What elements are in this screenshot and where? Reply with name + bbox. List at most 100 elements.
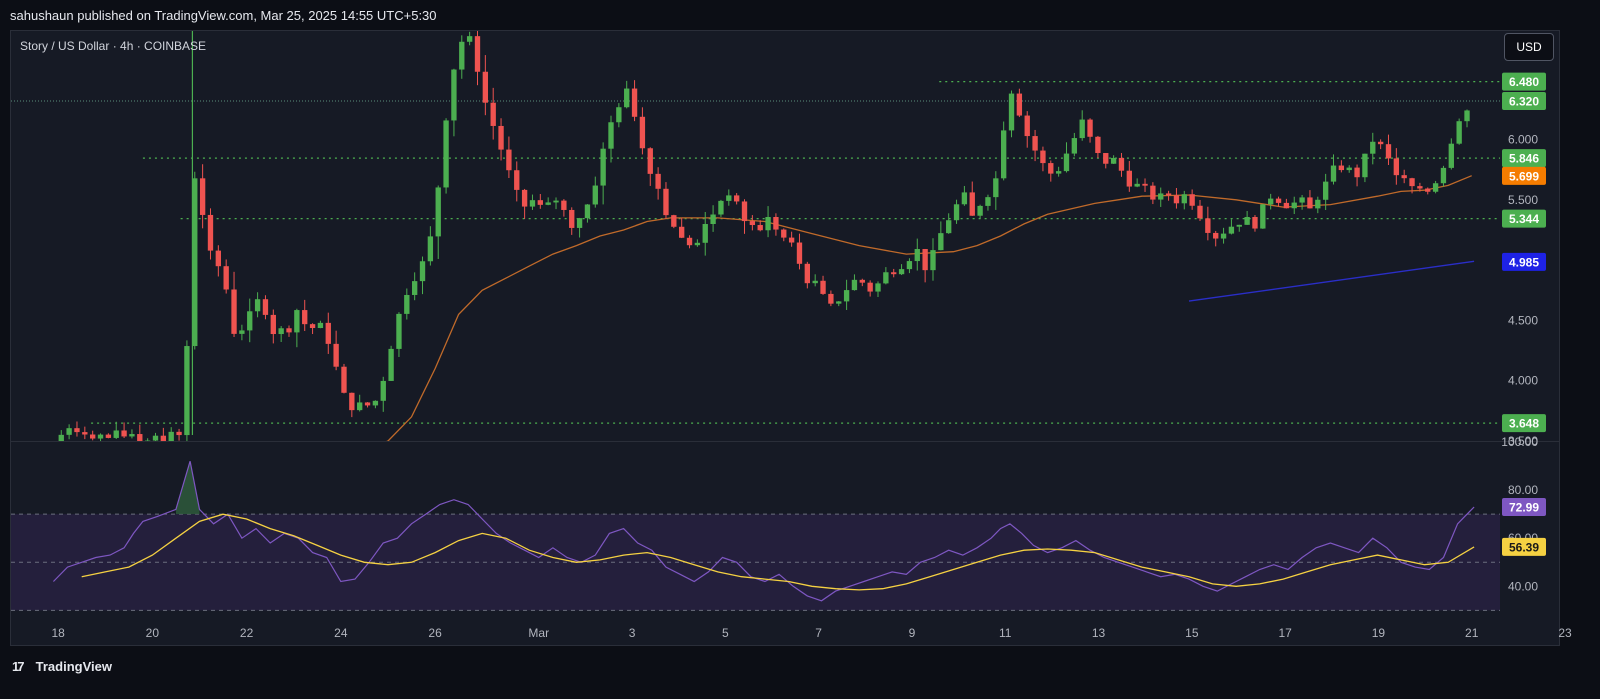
- candle-body: [851, 279, 858, 291]
- candle-body: [553, 200, 559, 203]
- candle: [396, 312, 402, 357]
- candle: [129, 429, 135, 439]
- candle-body: [1275, 198, 1282, 203]
- candle: [1307, 190, 1313, 209]
- candle-body: [741, 201, 748, 222]
- candle-body: [325, 322, 331, 344]
- candle-body: [215, 250, 221, 267]
- candle: [867, 280, 873, 297]
- candle-body: [1362, 153, 1368, 178]
- candle-body: [804, 263, 811, 284]
- candle-body: [459, 41, 465, 70]
- candle: [1142, 178, 1148, 192]
- symbol-title[interactable]: Story / US Dollar · 4h · COINBASE: [20, 39, 206, 53]
- candle-body: [1401, 175, 1407, 179]
- candle: [333, 330, 339, 371]
- candle-body: [946, 220, 952, 234]
- time-axis-tick: 20: [146, 626, 160, 640]
- candle: [66, 424, 72, 440]
- candle-body: [207, 214, 214, 251]
- time-axis-tick: 24: [334, 626, 348, 640]
- candle: [851, 274, 858, 291]
- candle-body: [1189, 194, 1195, 206]
- rsi-label-text: 56.39: [1509, 540, 1539, 554]
- candle: [82, 426, 88, 440]
- candle-body: [702, 224, 708, 243]
- candle: [592, 176, 598, 208]
- candle-body: [1118, 157, 1125, 171]
- candle-body: [1008, 93, 1015, 131]
- candle: [545, 197, 551, 206]
- candle: [647, 147, 653, 186]
- candle-body: [679, 226, 685, 238]
- candle-body: [765, 217, 771, 231]
- candle-body: [1370, 141, 1376, 154]
- tradingview-logo[interactable]: 17 TradingView: [12, 659, 112, 674]
- candle-body: [66, 428, 72, 435]
- candle-body: [1220, 233, 1227, 239]
- candle-body: [270, 314, 276, 335]
- price-label-text: 6.480: [1509, 75, 1539, 89]
- candle: [1079, 110, 1085, 141]
- candle-body: [380, 380, 386, 401]
- time-axis-tick: 18: [51, 626, 65, 640]
- candle-body: [498, 125, 504, 150]
- candle: [254, 292, 261, 318]
- candle-body: [223, 266, 229, 290]
- candle: [1330, 154, 1337, 185]
- candle-body: [1016, 93, 1023, 116]
- candle: [1260, 204, 1266, 229]
- candle-body: [419, 261, 426, 282]
- time-axis-tick: 22: [240, 626, 254, 640]
- candle-body: [671, 215, 677, 227]
- candle: [380, 376, 386, 412]
- candle-body: [898, 269, 905, 275]
- time-axis-tick: 13: [1092, 626, 1106, 640]
- currency-button[interactable]: USD: [1504, 33, 1554, 61]
- candle: [419, 256, 426, 295]
- candle: [364, 402, 371, 408]
- candle-body: [953, 204, 960, 221]
- candle: [686, 235, 693, 249]
- candle-body: [1377, 141, 1384, 145]
- candle-body: [906, 261, 913, 270]
- price-axis-tick: 4.500: [1508, 313, 1538, 327]
- candle-body: [1150, 185, 1156, 200]
- candle: [718, 199, 724, 217]
- price-label: 6.320: [1502, 91, 1546, 110]
- candle-body: [482, 71, 489, 103]
- candle: [812, 274, 818, 287]
- candle: [1110, 155, 1117, 164]
- candle: [113, 421, 119, 440]
- candle-body: [168, 431, 174, 441]
- candle-body: [569, 209, 575, 228]
- candle-body: [1103, 153, 1109, 164]
- candle-body: [859, 279, 865, 283]
- candle: [726, 189, 732, 206]
- candle-body: [1048, 163, 1054, 174]
- candle: [733, 193, 740, 205]
- candle: [1024, 111, 1030, 148]
- candle: [1220, 227, 1227, 244]
- candle-body: [1268, 198, 1274, 205]
- candle-body: [843, 290, 850, 302]
- candle-body: [812, 280, 818, 284]
- candle-body: [506, 149, 512, 171]
- candle-body: [254, 299, 261, 312]
- candle-body: [357, 402, 363, 411]
- price-label-text: 6.320: [1509, 94, 1539, 108]
- candle: [788, 231, 795, 247]
- candle: [1063, 142, 1070, 173]
- candle-body: [773, 217, 779, 230]
- candle: [891, 268, 897, 278]
- candle: [1228, 219, 1235, 235]
- candle: [1032, 129, 1038, 162]
- moving-average-line: [386, 175, 1472, 441]
- candle: [820, 275, 826, 295]
- chart-svg[interactable]: 3.5004.0004.5005.0005.5006.000100.0080.0…: [0, 0, 1600, 652]
- candle: [1299, 194, 1305, 210]
- candle-body: [608, 122, 614, 149]
- candle-body: [1158, 193, 1164, 200]
- price-label: 5.344: [1502, 209, 1546, 228]
- time-axis-tick: 9: [909, 626, 916, 640]
